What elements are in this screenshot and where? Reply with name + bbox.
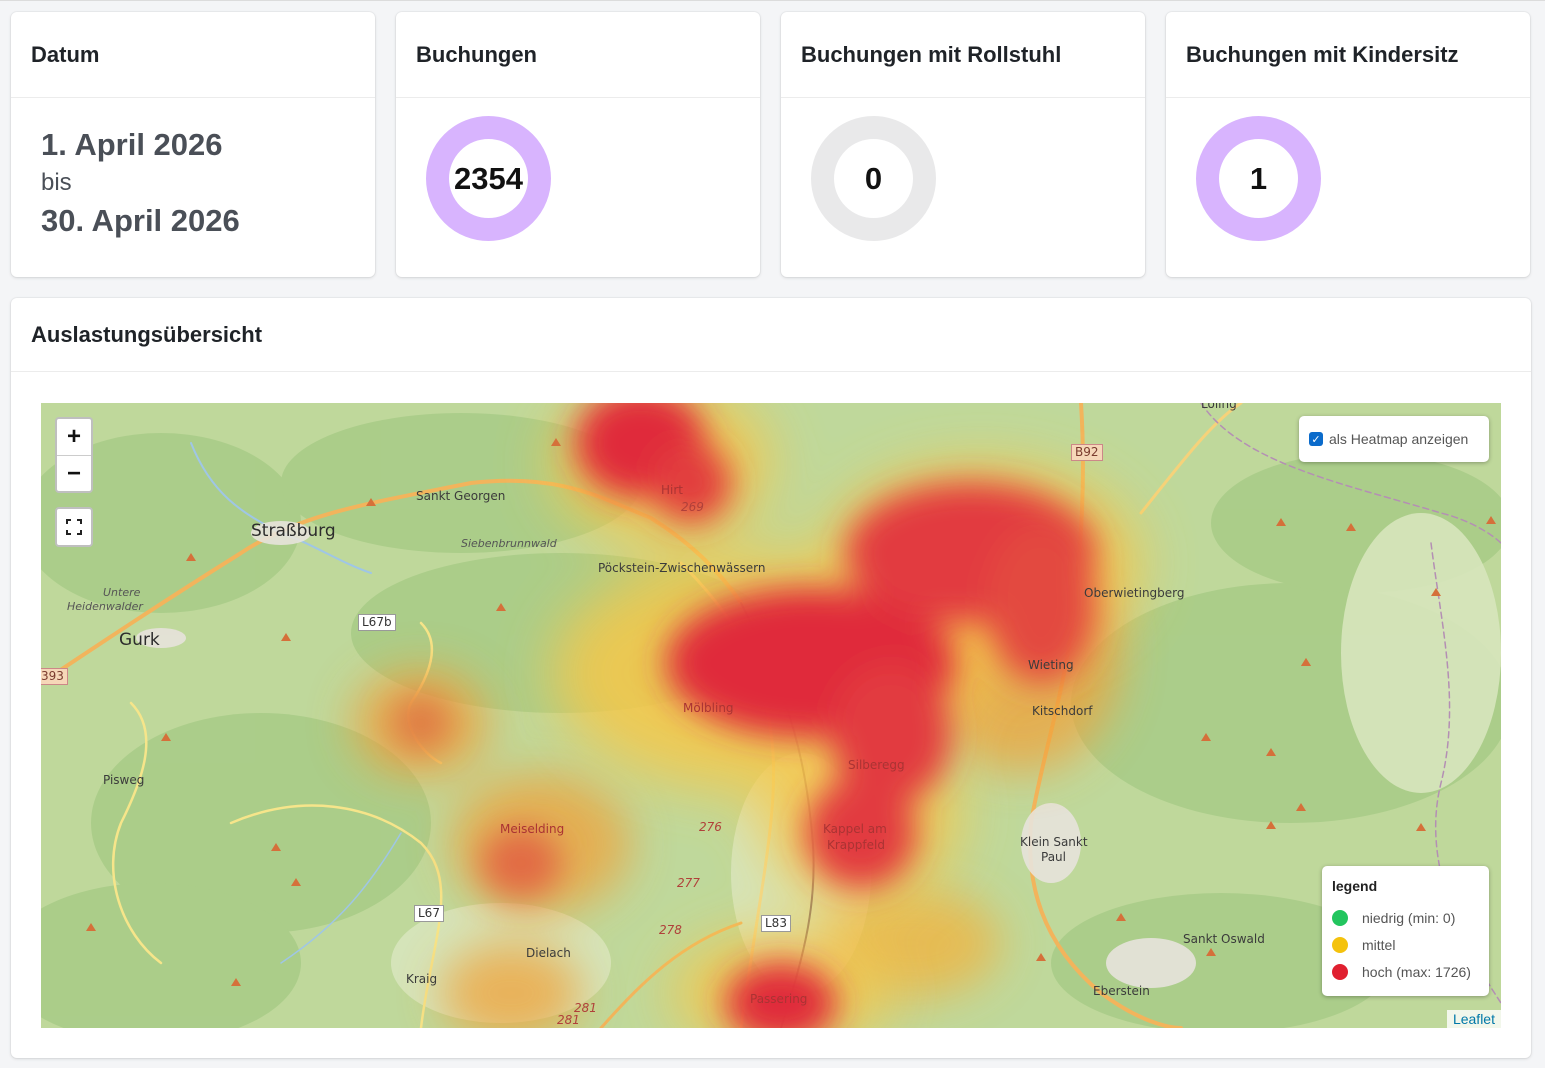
road-sign: 393 (41, 668, 68, 685)
zoom-control: + − (55, 417, 93, 493)
legend-label: hoch (max: 1726) (1362, 963, 1471, 980)
heatmap-map[interactable]: Loling Sankt Georgen Straßburg Siebenbru… (41, 403, 1501, 1028)
place-label: Pöckstein-Zwischenwässern (598, 561, 766, 575)
wheelchair-ring: 0 (811, 116, 936, 241)
map-tiles (41, 403, 1501, 1028)
zoom-out-button[interactable]: − (57, 456, 91, 492)
place-label: Pisweg (103, 773, 145, 787)
legend-dot-low (1332, 909, 1348, 926)
date-from: 1. April 2026 (41, 127, 223, 162)
heatmap-checkbox[interactable]: ✓ (1309, 432, 1323, 446)
place-label: Paul (1041, 850, 1066, 864)
childseat-card: Buchungen mit Kindersitz 1 (1166, 12, 1530, 277)
childseat-ring: 1 (1196, 116, 1321, 241)
place-label: Gurk (119, 630, 160, 650)
place-label: Silberegg (848, 758, 905, 772)
map-legend: legend niedrig (min: 0) mittel hoch (max… (1322, 866, 1489, 996)
place-label: Krappfeld (827, 838, 885, 852)
wheelchair-card-title: Buchungen mit Rollstuhl (781, 12, 1145, 98)
place-label: Oberwietingberg (1084, 586, 1185, 600)
road-sign: L67 (414, 905, 444, 922)
wheelchair-card: Buchungen mit Rollstuhl 0 (781, 12, 1145, 277)
place-label: Mölbling (683, 701, 734, 715)
place-label: Kraig (406, 972, 438, 986)
road-sign: L83 (761, 915, 791, 932)
road-sign: B92 (1071, 444, 1103, 461)
road-number: 278 (659, 923, 682, 937)
childseat-card-title: Buchungen mit Kindersitz (1166, 12, 1530, 98)
leaflet-attribution-link[interactable]: Leaflet (1446, 1010, 1501, 1028)
legend-item: mittel (1332, 931, 1479, 958)
place-label: Straßburg (251, 521, 336, 541)
road-number: 276 (699, 820, 722, 834)
legend-dot-mid (1332, 936, 1348, 953)
place-label: Kitschdorf (1032, 704, 1093, 718)
place-label: Sankt Oswald (1183, 932, 1265, 946)
place-label: Siebenbrunnwald (461, 537, 557, 550)
place-label: Heidenwalder (67, 600, 143, 613)
bookings-card-title: Buchungen (396, 12, 760, 98)
place-label: Wieting (1028, 658, 1074, 672)
place-label: Meiselding (500, 822, 565, 836)
legend-label: mittel (1362, 936, 1396, 953)
utilization-card: Auslastungsübersicht Loling Sankt George… (11, 298, 1531, 1058)
legend-title: legend (1332, 878, 1378, 894)
place-label: Kappel am (823, 822, 887, 836)
date-bis: bis (41, 169, 72, 196)
legend-item: hoch (max: 1726) (1332, 958, 1479, 985)
zoom-in-button[interactable]: + (57, 419, 91, 456)
bookings-ring: 2354 (426, 116, 551, 241)
place-label: Dielach (526, 946, 571, 960)
fullscreen-button[interactable] (55, 507, 93, 547)
legend-item: niedrig (min: 0) (1332, 904, 1479, 931)
place-label: Loling (1201, 403, 1237, 411)
road-sign: L67b (358, 614, 396, 631)
road-number: 269 (681, 500, 704, 514)
fullscreen-icon (66, 519, 82, 535)
place-label: Untere (103, 586, 141, 599)
place-label: Klein Sankt (1020, 835, 1088, 849)
date-card: Datum 1. April 2026 bis 30. April 2026 (11, 12, 375, 277)
road-number: 281 (557, 1013, 580, 1027)
road-number: 277 (677, 876, 700, 890)
place-label: Passering (750, 992, 808, 1006)
utilization-title: Auslastungsübersicht (11, 298, 1531, 372)
legend-label: niedrig (min: 0) (1362, 909, 1456, 926)
place-label: Sankt Georgen (416, 489, 506, 503)
place-label: Eberstein (1093, 984, 1150, 998)
bookings-card: Buchungen 2354 (396, 12, 760, 277)
legend-dot-high (1332, 963, 1348, 980)
date-card-title: Datum (11, 12, 375, 98)
place-label: Hirt (661, 483, 683, 497)
heatmap-toggle[interactable]: ✓ als Heatmap anzeigen (1299, 416, 1489, 462)
heatmap-toggle-label: als Heatmap anzeigen (1329, 431, 1469, 447)
date-to: 30. April 2026 (41, 203, 240, 238)
